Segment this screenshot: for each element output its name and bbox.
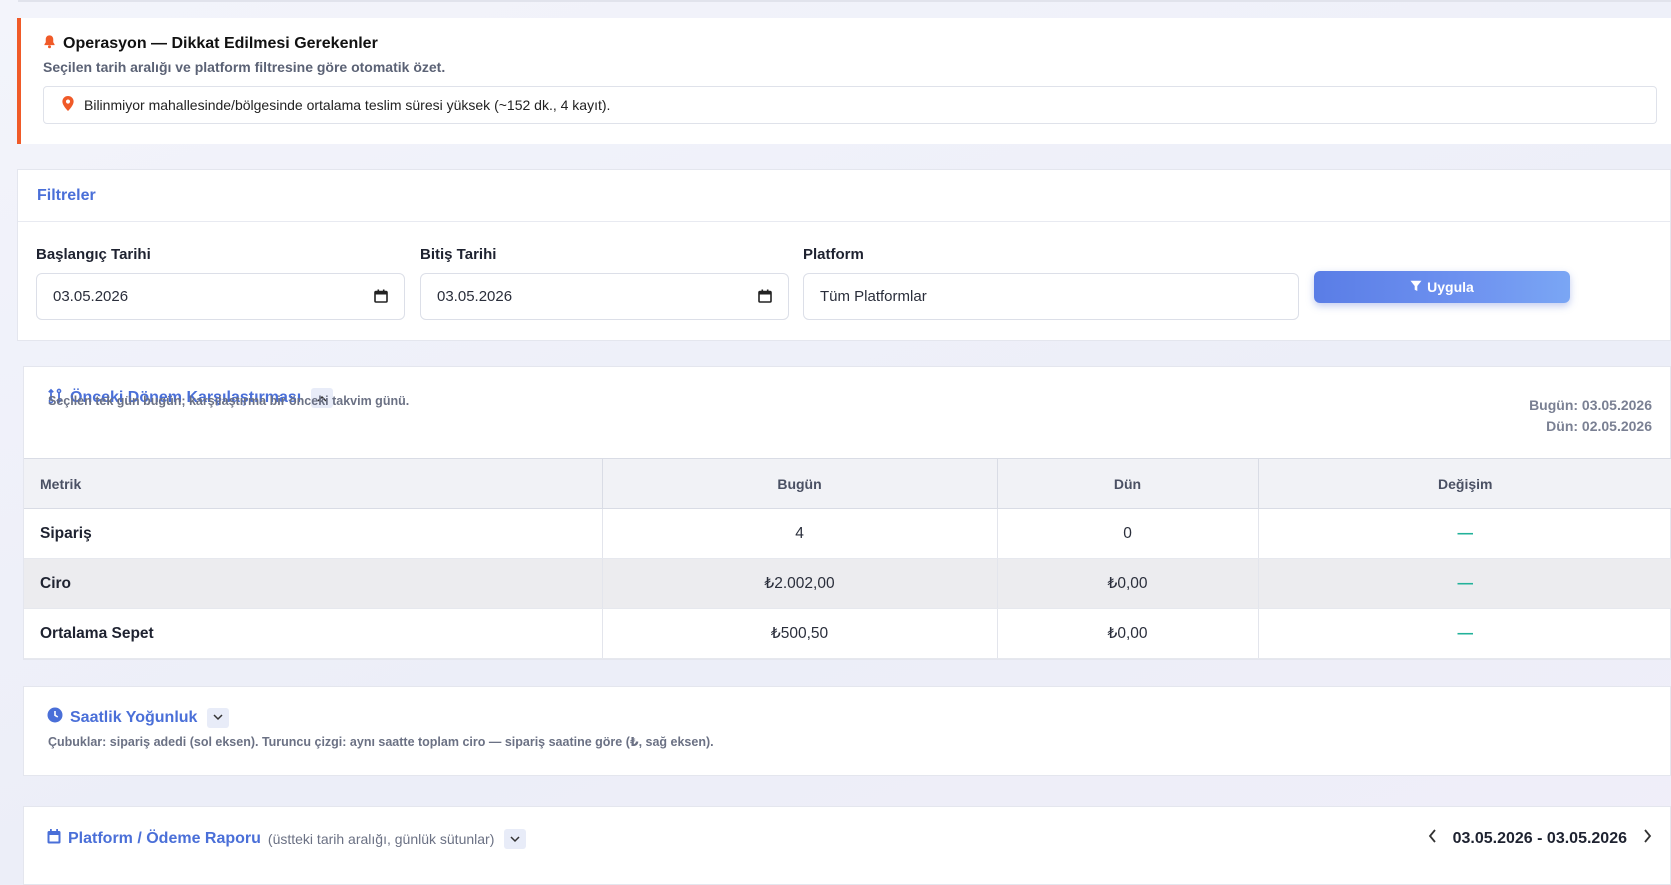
- platform-select[interactable]: Tüm Platformlar: [803, 273, 1299, 320]
- change-cell: —: [1258, 558, 1671, 609]
- report-date-range: 03.05.2026 - 03.05.2026: [1428, 829, 1652, 848]
- table-row: Ortalama Sepet ₺500,50 ₺0,00 —: [24, 608, 1671, 659]
- column-header-metric: Metrik: [24, 458, 603, 509]
- calendar-icon[interactable]: [374, 289, 388, 303]
- report-note: (üstteki tarih aralığı, günlük sütunlar): [267, 831, 495, 847]
- chevron-down-icon: [510, 835, 520, 842]
- platform-select-value: Tüm Platformlar: [820, 288, 927, 305]
- alert-title: Operasyon — Dikkat Edilmesi Gerekenler: [63, 35, 378, 52]
- yesterday-cell: ₺0,00: [997, 608, 1259, 659]
- start-date-label: Başlangıç Tarihi: [36, 246, 151, 263]
- change-cell: —: [1258, 508, 1671, 559]
- platform-payment-report-card: Platform / Ödeme Raporu (üstteki tarih a…: [23, 806, 1671, 885]
- alert-item: Bilinmiyor mahallesinde/bölgesinde ortal…: [43, 86, 1657, 124]
- yesterday-cell: ₺0,00: [997, 558, 1259, 609]
- operations-alert-card: Operasyon — Dikkat Edilmesi Gerekenler S…: [17, 18, 1671, 144]
- chevron-down-icon: [213, 714, 223, 721]
- start-date-input[interactable]: 03.05.2026: [36, 273, 405, 320]
- column-header-today: Bugün: [602, 458, 998, 509]
- filters-title: Filtreler: [18, 170, 1670, 222]
- column-header-change: Değişim: [1258, 458, 1671, 509]
- dashboard-page: Operasyon — Dikkat Edilmesi Gerekenler S…: [0, 0, 1671, 885]
- alert-item-text: Bilinmiyor mahallesinde/bölgesinde ortal…: [84, 97, 611, 113]
- expand-toggle-button[interactable]: [504, 829, 527, 849]
- calendar-icon[interactable]: [758, 289, 772, 303]
- period-comparison-card: Önceki Dönem Karşılaştırması Seçilen tek…: [23, 366, 1671, 660]
- today-date: Bugün: 03.05.2026: [1529, 397, 1652, 413]
- today-cell: ₺500,50: [602, 608, 998, 659]
- report-range-text: 03.05.2026 - 03.05.2026: [1452, 829, 1627, 847]
- comparison-dates: Bugün: 03.05.2026 Dün: 02.05.2026: [1529, 395, 1652, 437]
- map-pin-icon: [62, 96, 74, 114]
- comparison-subtitle: Seçilen tek gün bugün; karşılaştırma bir…: [48, 394, 410, 408]
- comparison-table: Metrik Bugün Dün Değişim Sipariş 4 0 — C…: [24, 458, 1671, 659]
- bell-icon: [42, 34, 57, 54]
- today-cell: 4: [602, 508, 998, 559]
- yesterday-cell: 0: [997, 508, 1259, 559]
- metric-cell: Sipariş: [24, 508, 603, 559]
- report-title: Platform / Ödeme Raporu: [68, 830, 261, 847]
- column-header-yesterday: Dün: [997, 458, 1259, 509]
- expand-toggle-button[interactable]: [207, 707, 230, 728]
- apply-button[interactable]: Uygula: [1314, 271, 1570, 303]
- top-divider: [18, 0, 1671, 2]
- hourly-title-row: Saatlik Yoğunluk: [47, 707, 230, 728]
- table-header-row: Metrik Bugün Dün Değişim: [24, 458, 1671, 509]
- hourly-density-card: Saatlik Yoğunluk Çubuklar: sipariş adedi…: [23, 686, 1671, 776]
- filter-icon: [1410, 279, 1422, 295]
- metric-cell: Ciro: [24, 558, 603, 609]
- chevron-left-icon[interactable]: [1428, 829, 1437, 848]
- report-title-row: Platform / Ödeme Raporu (üstteki tarih a…: [47, 829, 527, 849]
- hourly-title: Saatlik Yoğunluk: [70, 708, 198, 726]
- table-row: Ciro ₺2.002,00 ₺0,00 —: [24, 558, 1671, 609]
- metric-cell: Ortalama Sepet: [24, 608, 603, 659]
- end-date-input[interactable]: 03.05.2026: [420, 273, 789, 320]
- table-row: Sipariş 4 0 —: [24, 508, 1671, 559]
- platform-label: Platform: [803, 246, 864, 263]
- change-cell: —: [1258, 608, 1671, 659]
- alert-title-row: Operasyon — Dikkat Edilmesi Gerekenler: [42, 34, 378, 54]
- alert-subtitle: Seçilen tarih aralığı ve platform filtre…: [43, 59, 446, 75]
- hourly-subtitle: Çubuklar: sipariş adedi (sol eksen). Tur…: [48, 735, 714, 749]
- today-cell: ₺2.002,00: [602, 558, 998, 609]
- end-date-label: Bitiş Tarihi: [420, 246, 497, 263]
- yesterday-date: Dün: 02.05.2026: [1546, 418, 1652, 434]
- filters-card: Filtreler Başlangıç Tarihi 03.05.2026 Bi…: [17, 169, 1671, 341]
- clock-icon: [47, 707, 63, 728]
- start-date-value: 03.05.2026: [53, 288, 129, 305]
- end-date-value: 03.05.2026: [437, 288, 513, 305]
- calendar-icon: [47, 829, 61, 849]
- chevron-right-icon[interactable]: [1643, 829, 1652, 848]
- apply-button-label: Uygula: [1427, 279, 1474, 295]
